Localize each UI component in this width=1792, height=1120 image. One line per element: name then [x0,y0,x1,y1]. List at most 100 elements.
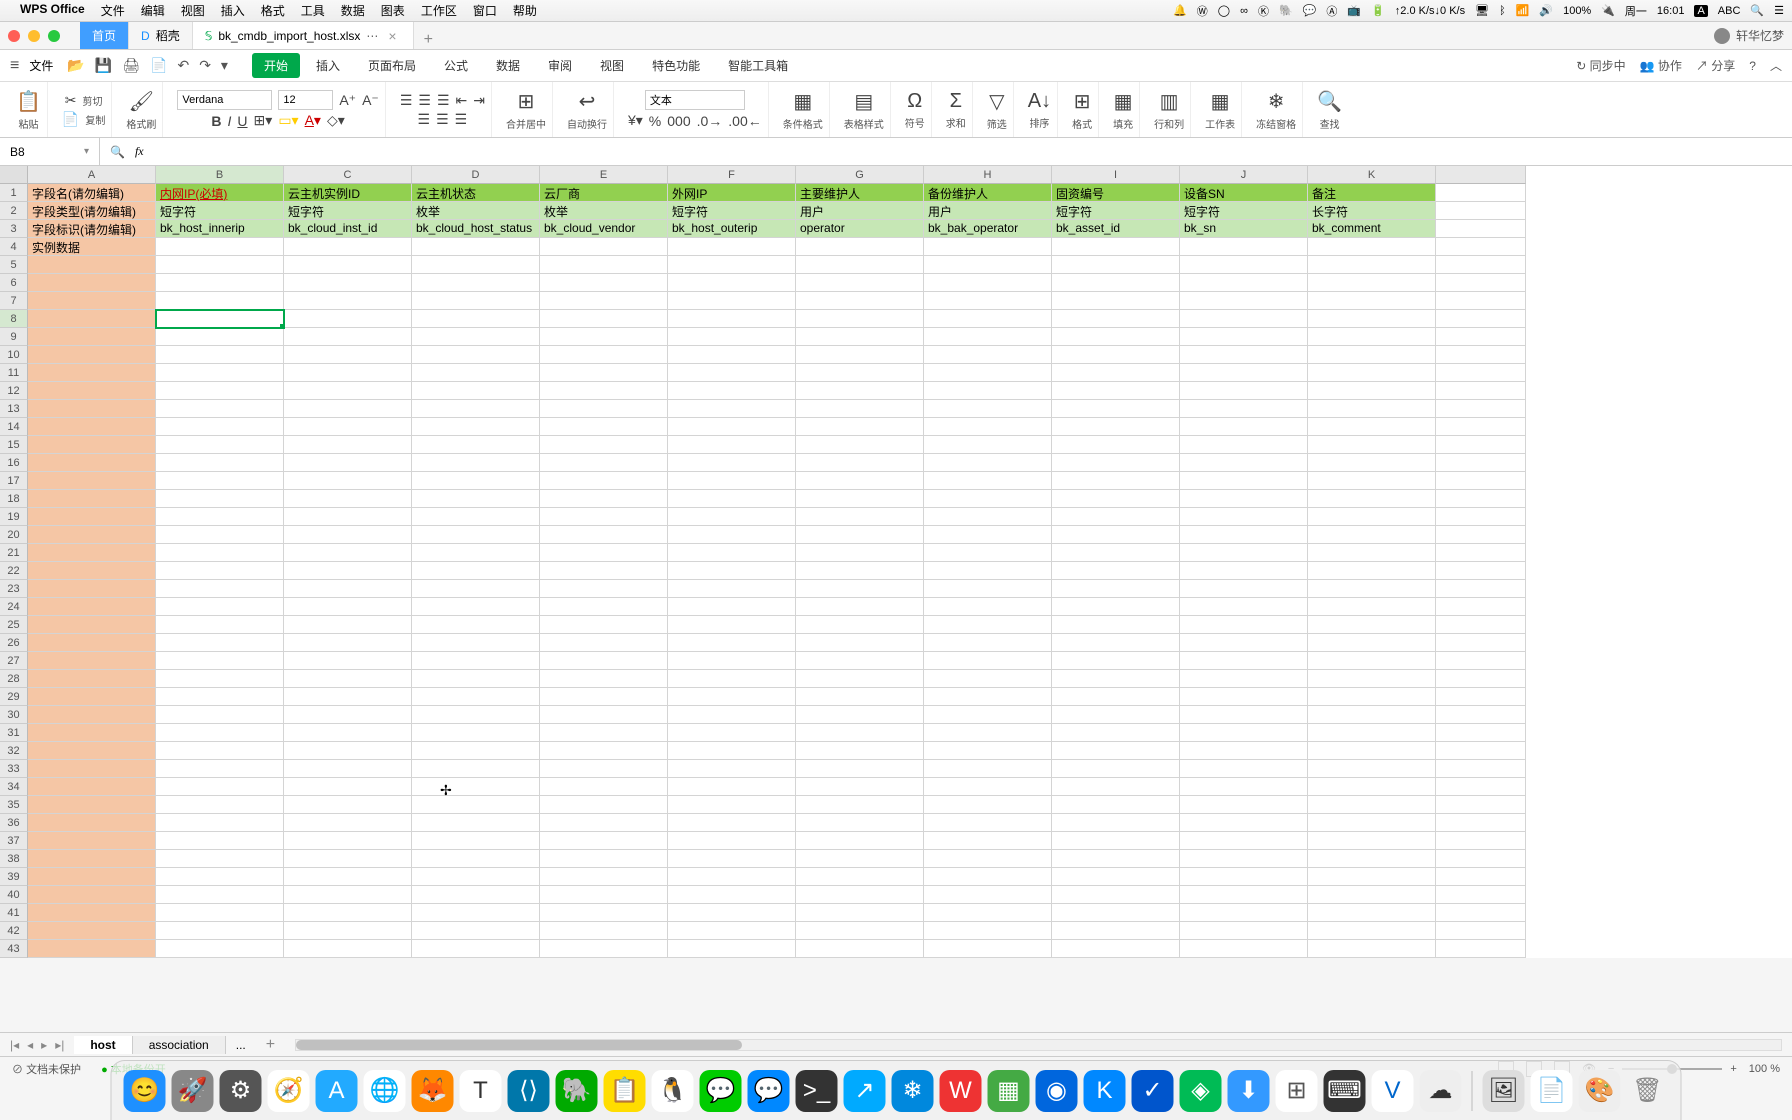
cell-extra-9[interactable] [1436,328,1526,346]
rowhdr-32[interactable]: 32 [0,742,28,760]
cell-K20[interactable] [1308,526,1436,544]
cell-I40[interactable] [1052,886,1180,904]
cell-G36[interactable] [796,814,924,832]
a-icon[interactable]: Ⓐ [1326,3,1337,19]
cell-F38[interactable] [668,850,796,868]
cell-C12[interactable] [284,382,412,400]
cell-F41[interactable] [668,904,796,922]
cell-B39[interactable] [156,868,284,886]
cell-K43[interactable] [1308,940,1436,958]
cell-J31[interactable] [1180,724,1308,742]
rowhdr-23[interactable]: 23 [0,580,28,598]
cell-K11[interactable] [1308,364,1436,382]
cell-C41[interactable] [284,904,412,922]
cell-J39[interactable] [1180,868,1308,886]
cell-B10[interactable] [156,346,284,364]
dock-colorpicker[interactable]: 🎨 [1579,1070,1621,1112]
cell-A33[interactable] [28,760,156,778]
cell-E34[interactable] [540,778,668,796]
cell-B37[interactable] [156,832,284,850]
cell-G17[interactable] [796,472,924,490]
cell-K4[interactable] [1308,238,1436,256]
cell-extra-26[interactable] [1436,634,1526,652]
ribbon-tab-smart[interactable]: 智能工具箱 [716,53,800,78]
cell-J6[interactable] [1180,274,1308,292]
thousand-icon[interactable]: 000 [667,113,690,129]
cell-D29[interactable] [412,688,540,706]
cell-A36[interactable] [28,814,156,832]
cell-H9[interactable] [924,328,1052,346]
cell-A32[interactable] [28,742,156,760]
indent-dec-icon[interactable]: ⇤ [456,92,468,109]
format-painter-button[interactable]: 🖌格式刷 [126,89,156,131]
cell-A27[interactable] [28,652,156,670]
cell-J11[interactable] [1180,364,1308,382]
close-window-button[interactable] [8,30,20,42]
cell-J18[interactable] [1180,490,1308,508]
cut-button[interactable]: ✂ [65,92,77,109]
colhdr-K[interactable]: K [1308,166,1436,184]
cell-D36[interactable] [412,814,540,832]
cell-I27[interactable] [1052,652,1180,670]
cell-G40[interactable] [796,886,924,904]
cell-C40[interactable] [284,886,412,904]
cell-I39[interactable] [1052,868,1180,886]
cell-I7[interactable] [1052,292,1180,310]
cell-extra-6[interactable] [1436,274,1526,292]
cell-G19[interactable] [796,508,924,526]
cell-D23[interactable] [412,580,540,598]
cell-C35[interactable] [284,796,412,814]
cell-D38[interactable] [412,850,540,868]
dock-preview[interactable]: 🖼 [1483,1070,1525,1112]
cell-H25[interactable] [924,616,1052,634]
cell-D6[interactable] [412,274,540,292]
sheet-first-icon[interactable]: |◂ [10,1038,19,1052]
cell-C11[interactable] [284,364,412,382]
align-top-icon[interactable]: ☰ [400,92,413,109]
cell-extra-7[interactable] [1436,292,1526,310]
cell-B36[interactable] [156,814,284,832]
sheet-tab-host[interactable]: host [74,1036,132,1054]
menu-help[interactable]: 帮助 [513,2,537,19]
cell-B38[interactable] [156,850,284,868]
ribbon-tab-start[interactable]: 开始 [252,53,300,78]
cell-B19[interactable] [156,508,284,526]
cell-extra-18[interactable] [1436,490,1526,508]
cell-J41[interactable] [1180,904,1308,922]
cell-B32[interactable] [156,742,284,760]
cell-F31[interactable] [668,724,796,742]
cell-J43[interactable] [1180,940,1308,958]
cell-H35[interactable] [924,796,1052,814]
cell-K10[interactable] [1308,346,1436,364]
cell-K40[interactable] [1308,886,1436,904]
save-icon[interactable]: 💾 [95,57,112,74]
cell-G16[interactable] [796,454,924,472]
dock-evernote[interactable]: 🐘 [556,1070,598,1112]
cell-K32[interactable] [1308,742,1436,760]
cell-J8[interactable] [1180,310,1308,328]
cell-I38[interactable] [1052,850,1180,868]
rowhdr-39[interactable]: 39 [0,868,28,886]
undo-icon[interactable]: ↶ [177,57,189,74]
menu-view[interactable]: 视图 [181,2,205,19]
rowhdr-12[interactable]: 12 [0,382,28,400]
tab-docer[interactable]: D稻壳 [129,22,193,49]
ribbon-tab-special[interactable]: 特色功能 [640,53,712,78]
dock-terminal[interactable]: >_ [796,1070,838,1112]
cell-J25[interactable] [1180,616,1308,634]
ribbon-tab-review[interactable]: 审阅 [536,53,584,78]
cell-E39[interactable] [540,868,668,886]
cell-C4[interactable] [284,238,412,256]
cell-K30[interactable] [1308,706,1436,724]
rowhdr-4[interactable]: 4 [0,238,28,256]
cell-H31[interactable] [924,724,1052,742]
cell-C18[interactable] [284,490,412,508]
cell-K17[interactable] [1308,472,1436,490]
cell-I10[interactable] [1052,346,1180,364]
cell-C26[interactable] [284,634,412,652]
cell-K15[interactable] [1308,436,1436,454]
cell-G5[interactable] [796,256,924,274]
minimize-window-button[interactable] [28,30,40,42]
circle-icon[interactable]: ◯ [1218,4,1230,17]
cell-extra-28[interactable] [1436,670,1526,688]
